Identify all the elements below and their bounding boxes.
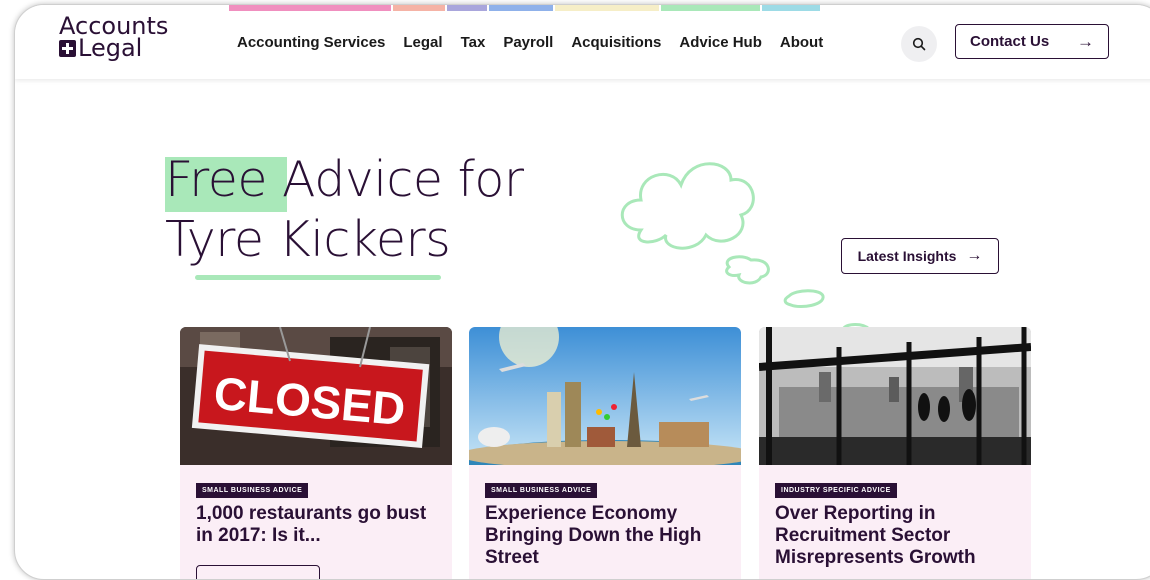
contact-us-button[interactable]: Contact Us → (955, 24, 1109, 59)
stripe-purple (447, 5, 487, 11)
nav-about[interactable]: About (780, 34, 823, 51)
article-title[interactable]: Experience Economy Bringing Down the Hig… (485, 503, 733, 569)
category-tag[interactable]: SMALL BUSINESS ADVICE (196, 483, 309, 498)
logo-line2: Legal (78, 34, 143, 62)
read-more-button[interactable] (196, 565, 320, 579)
nav-legal[interactable]: Legal (403, 34, 442, 51)
site-header: Accounts Legal Accounting Services Legal… (15, 5, 1150, 79)
search-button[interactable] (901, 26, 937, 62)
article-card[interactable]: CLOSED SMALL BUSINESS ADVICE 1,000 resta… (180, 327, 452, 579)
arrow-right-icon: → (1077, 31, 1094, 51)
stripe-blue (489, 5, 553, 11)
hero-line1-rest: Advice for (266, 151, 524, 208)
stripe-cyan (762, 5, 820, 11)
hero-underline (195, 275, 441, 280)
nav-advice-hub[interactable]: Advice Hub (679, 34, 762, 51)
nav-tax[interactable]: Tax (461, 34, 486, 51)
hero-heading: Free Advice for Tyre Kickers (165, 150, 524, 270)
card-image-office-view (759, 327, 1031, 465)
article-title[interactable]: 1,000 restaurants go bust in 2017: Is it… (196, 503, 444, 547)
nav-acquisitions[interactable]: Acquisitions (571, 34, 661, 51)
main-nav: Accounting Services Legal Tax Payroll Ac… (237, 34, 841, 51)
color-stripes (229, 5, 822, 13)
latest-insights-label: Latest Insights (857, 248, 957, 264)
latest-insights-button[interactable]: Latest Insights → (841, 238, 999, 274)
card-image-closed-sign: CLOSED (180, 327, 452, 465)
article-title[interactable]: Over Reporting in Recruitment Sector Mis… (775, 503, 1023, 569)
hero-highlight-word: Free (165, 151, 267, 208)
stripe-green (661, 5, 760, 11)
site-logo[interactable]: Accounts Legal (59, 14, 168, 62)
plus-icon (59, 39, 76, 57)
nav-payroll[interactable]: Payroll (503, 34, 553, 51)
category-tag[interactable]: INDUSTRY SPECIFIC ADVICE (775, 483, 897, 498)
hero-line2: Tyre Kickers (165, 211, 451, 268)
card-image-world-landmarks (469, 327, 741, 484)
search-icon (912, 37, 926, 51)
category-tag[interactable]: SMALL BUSINESS ADVICE (485, 483, 598, 498)
article-card[interactable]: INDUSTRY SPECIFIC ADVICE Over Reporting … (759, 327, 1031, 579)
nav-accounting-services[interactable]: Accounting Services (237, 34, 385, 51)
stripe-yellow (555, 5, 659, 11)
browser-frame: Accounts Legal Accounting Services Legal… (14, 4, 1150, 580)
stripe-pink (229, 5, 391, 11)
contact-us-label: Contact Us (970, 33, 1050, 50)
stripe-peach (393, 5, 445, 11)
arrow-right-icon: → (966, 247, 983, 264)
article-card[interactable]: SMALL BUSINESS ADVICE Experience Economy… (469, 327, 741, 579)
